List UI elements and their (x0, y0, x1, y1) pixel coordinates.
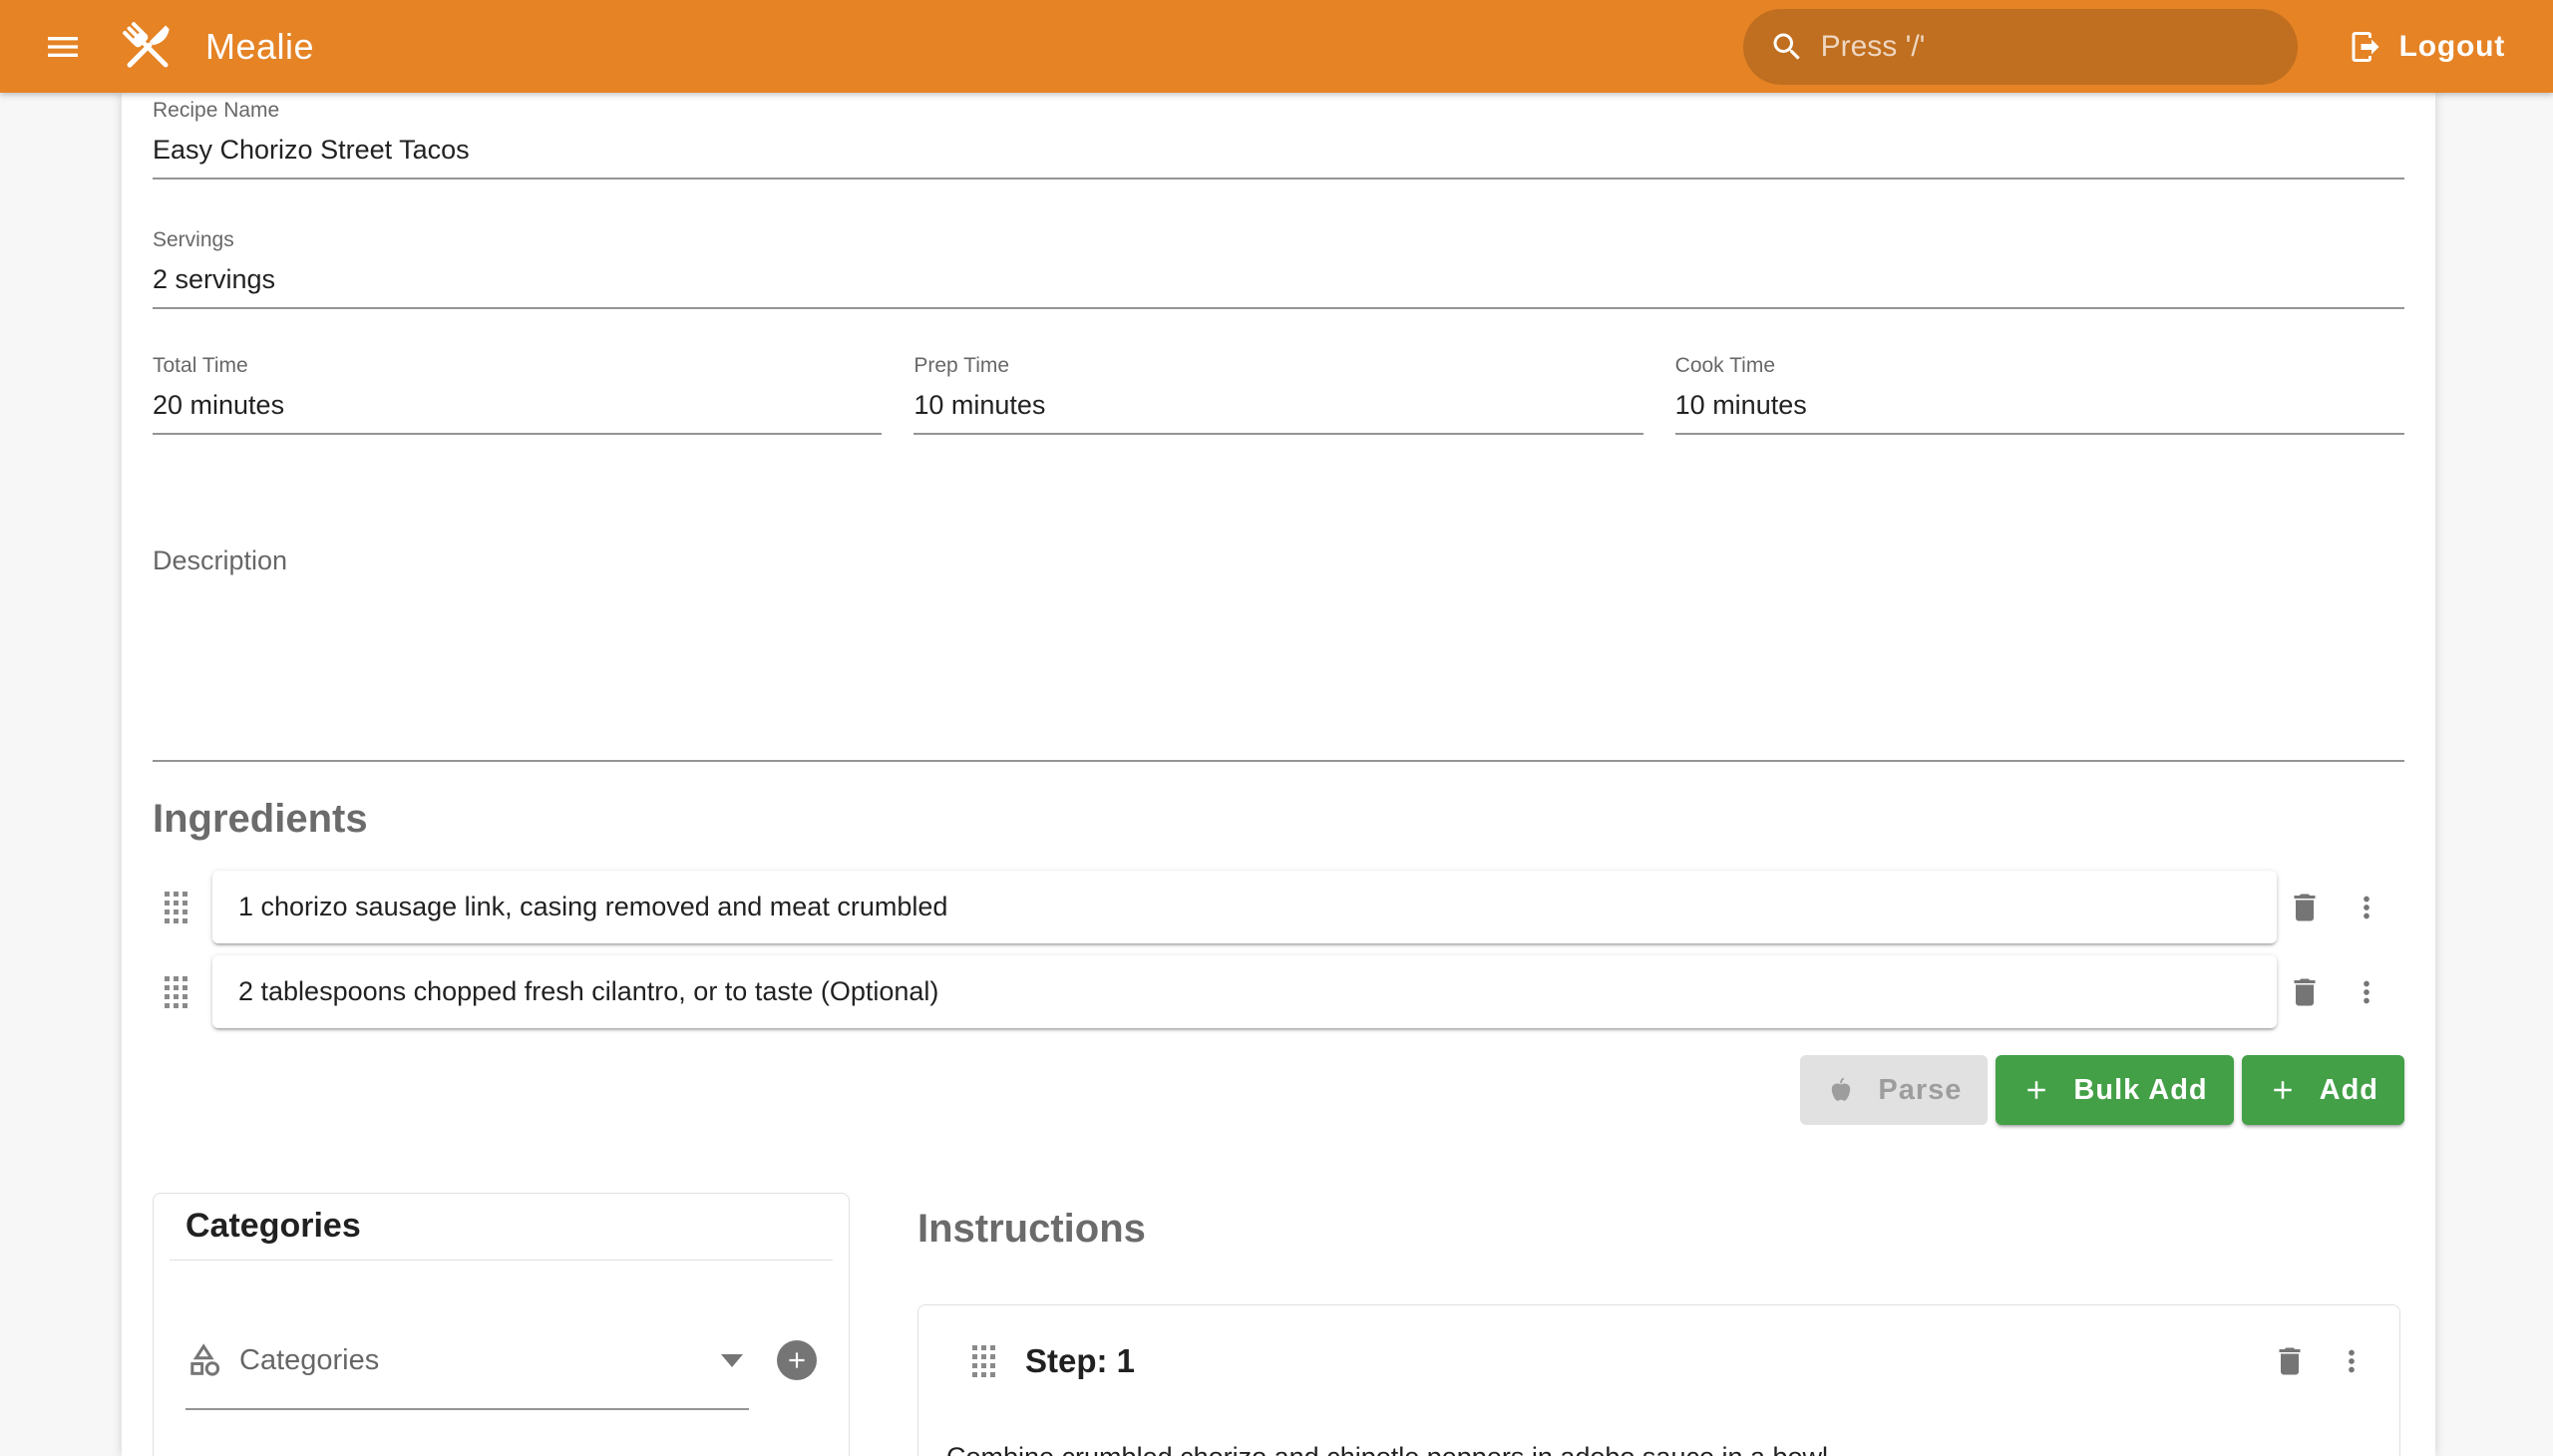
prep-time-value[interactable]: 10 minutes (913, 389, 1642, 421)
ingredient-input[interactable]: 1 chorizo sausage link, casing removed a… (212, 871, 2277, 943)
categories-select[interactable]: Categories (185, 1338, 749, 1410)
delete-step-icon[interactable] (2272, 1343, 2308, 1379)
recipe-name-value[interactable]: Easy Chorizo Street Tacos (153, 134, 2404, 166)
delete-ingredient-icon[interactable] (2287, 974, 2323, 1010)
categories-title: Categories (185, 1207, 849, 1245)
ingredient-row: 1 chorizo sausage link, casing removed a… (153, 871, 2404, 943)
drag-handle-icon[interactable] (165, 892, 187, 923)
add-category-button[interactable] (777, 1340, 817, 1380)
recipe-name-label: Recipe Name (153, 100, 2404, 121)
add-button[interactable]: Add (2242, 1055, 2404, 1125)
delete-ingredient-icon[interactable] (2287, 890, 2323, 925)
step-title: Step: 1 (1025, 1342, 1135, 1380)
description-value[interactable] (153, 576, 2404, 748)
app-bar: Mealie Press '/' Logout (0, 0, 2553, 93)
ingredient-input[interactable]: 2 tablespoons chopped fresh cilantro, or… (212, 955, 2277, 1028)
bulk-add-button[interactable]: Bulk Add (1996, 1055, 2233, 1125)
logout-icon (2348, 29, 2383, 65)
parse-label: Parse (1878, 1074, 1962, 1107)
total-time-label: Total Time (153, 355, 882, 376)
add-label: Add (2320, 1074, 2378, 1107)
app-title: Mealie (205, 26, 314, 68)
times-row: Total Time 20 minutes Prep Time 10 minut… (153, 355, 2404, 435)
drag-handle-icon[interactable] (165, 976, 187, 1008)
logout-button[interactable]: Logout (2334, 19, 2519, 75)
description-field[interactable]: Description (153, 545, 2404, 762)
parse-button[interactable]: Parse (1800, 1055, 1988, 1125)
search-placeholder: Press '/' (1821, 30, 1926, 64)
divider (170, 1260, 833, 1261)
search-icon (1769, 29, 1805, 65)
ingredient-buttons-row: Parse Bulk Add Add (153, 1055, 2404, 1125)
plus-icon (2268, 1075, 2298, 1105)
categories-select-label: Categories (239, 1344, 379, 1377)
ingredient-menu-icon[interactable] (2349, 890, 2384, 925)
cook-time-field[interactable]: Cook Time 10 minutes (1675, 355, 2404, 435)
logout-label: Logout (2399, 30, 2505, 64)
plus-icon (2021, 1075, 2051, 1105)
bottom-section: Categories Categories (153, 1193, 2404, 1456)
recipe-editor: Recipe Name Easy Chorizo Street Tacos Se… (122, 93, 2435, 1456)
ingredient-text: 2 tablespoons chopped fresh cilantro, or… (238, 976, 938, 1007)
menu-icon[interactable] (34, 18, 92, 76)
step-header: Step: 1 (932, 1338, 2385, 1383)
description-label: Description (153, 545, 2404, 576)
ingredient-menu-icon[interactable] (2349, 974, 2384, 1010)
apple-icon (1826, 1075, 1856, 1105)
categories-select-row: Categories (185, 1338, 817, 1410)
recipe-name-field[interactable]: Recipe Name Easy Chorizo Street Tacos (153, 100, 2404, 180)
drag-handle-icon[interactable] (972, 1345, 995, 1377)
ingredient-row: 2 tablespoons chopped fresh cilantro, or… (153, 955, 2404, 1028)
total-time-value[interactable]: 20 minutes (153, 389, 882, 421)
cook-time-value[interactable]: 10 minutes (1675, 389, 2404, 421)
prep-time-label: Prep Time (913, 355, 1642, 376)
servings-label: Servings (153, 229, 2404, 250)
chevron-down-icon (721, 1354, 743, 1367)
plus-icon (784, 1347, 810, 1373)
cook-time-label: Cook Time (1675, 355, 2404, 376)
servings-value[interactable]: 2 servings (153, 263, 2404, 295)
prep-time-field[interactable]: Prep Time 10 minutes (913, 355, 1642, 435)
instructions-heading: Instructions (917, 1207, 2404, 1252)
mealie-logo-icon (116, 15, 180, 79)
step-text-input[interactable]: Combine crumbled chorizo and chipotle pe… (946, 1439, 2385, 1456)
ingredients-heading: Ingredients (153, 797, 2404, 842)
step-menu-icon[interactable] (2334, 1343, 2370, 1379)
servings-field[interactable]: Servings 2 servings (153, 229, 2404, 309)
ingredient-text: 1 chorizo sausage link, casing removed a… (238, 892, 947, 922)
total-time-field[interactable]: Total Time 20 minutes (153, 355, 882, 435)
bulk-add-label: Bulk Add (2073, 1074, 2207, 1107)
search-input[interactable]: Press '/' (1743, 9, 2298, 85)
shapes-icon (185, 1341, 223, 1379)
step-card: Step: 1 Combine crumbled chorizo and chi… (917, 1304, 2400, 1456)
categories-card: Categories Categories (153, 1193, 850, 1456)
instructions-section: Instructions Step: 1 Combine crumbled ch… (917, 1193, 2404, 1456)
